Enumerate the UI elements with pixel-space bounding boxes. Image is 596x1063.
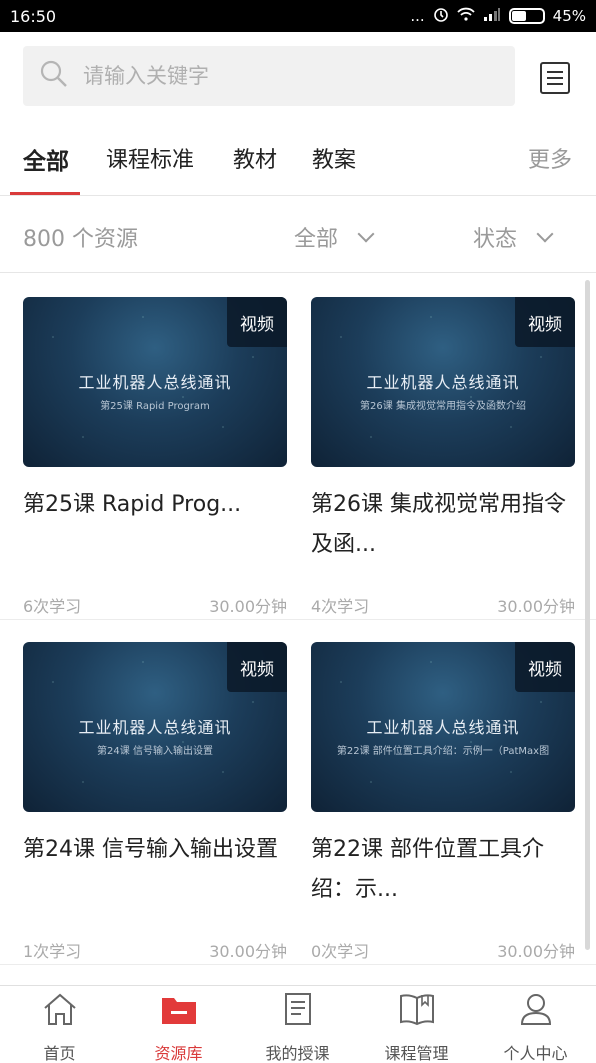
- type-filter-dropdown[interactable]: 全部: [294, 221, 375, 253]
- video-thumbnail[interactable]: 视频 工业机器人总线通讯 第24课 信号输入输出设置: [23, 642, 287, 812]
- view-count: 4次学习: [311, 597, 370, 616]
- status-time: 16:50: [10, 6, 57, 26]
- nav-profile[interactable]: 个人中心: [476, 986, 595, 1063]
- alarm-icon: [433, 6, 449, 26]
- resource-card[interactable]: 视频 工业机器人总线通讯 第25课 Rapid Program 第25课 Rap…: [23, 297, 287, 616]
- home-icon: [41, 986, 79, 1032]
- video-badge: 视频: [515, 642, 575, 692]
- view-count: 1次学习: [23, 942, 82, 961]
- nav-label: 资源库: [154, 1044, 203, 1063]
- book-icon: [398, 986, 436, 1032]
- card-title[interactable]: 第26课 集成视觉常用指令及函...: [311, 485, 575, 565]
- chevron-down-icon: [536, 225, 554, 243]
- search-box[interactable]: [23, 46, 515, 106]
- thumbnail-subtitle: 第24课 信号输入输出设置: [97, 746, 213, 757]
- tab-more[interactable]: 更多: [528, 142, 572, 174]
- nav-label: 我的授课: [265, 1044, 330, 1063]
- duration: 30.00分钟: [497, 597, 575, 616]
- wifi-icon: [457, 7, 475, 25]
- duration: 30.00分钟: [497, 942, 575, 961]
- thumbnail-title: 工业机器人总线通讯: [366, 373, 520, 392]
- tab-textbook[interactable]: 教材: [233, 142, 277, 174]
- card-title[interactable]: 第24课 信号输入输出设置: [23, 830, 287, 910]
- resource-count: 800 个资源: [23, 227, 138, 252]
- nav-course-management[interactable]: 课程管理: [357, 986, 476, 1063]
- scrollbar[interactable]: [585, 280, 590, 950]
- resource-card[interactable]: 视频 工业机器人总线通讯 第24课 信号输入输出设置 第24课 信号输入输出设置…: [23, 642, 287, 961]
- folder-icon: [160, 986, 198, 1032]
- thumbnail-title: 工业机器人总线通讯: [78, 718, 232, 737]
- resource-card[interactable]: 视频 工业机器人总线通讯 第26课 集成视觉常用指令及函数介绍 第26课 集成视…: [311, 297, 575, 616]
- thumbnail-title: 工业机器人总线通讯: [366, 718, 520, 737]
- row-divider: [0, 964, 596, 965]
- resource-card[interactable]: 视频 工业机器人总线通讯 第22课 部件位置工具介绍：示例一（PatMax图 第…: [311, 642, 575, 961]
- video-thumbnail[interactable]: 视频 工业机器人总线通讯 第22课 部件位置工具介绍：示例一（PatMax图: [311, 642, 575, 812]
- video-badge: 视频: [515, 297, 575, 347]
- video-badge: 视频: [227, 297, 287, 347]
- row-divider: [0, 619, 596, 620]
- nav-label: 首页: [43, 1044, 76, 1063]
- filter-bar: 800 个资源 全部 状态: [0, 197, 596, 273]
- thumbnail-subtitle: 第22课 部件位置工具介绍：示例一（PatMax图: [336, 746, 550, 757]
- cell-signal-icon: [483, 7, 501, 25]
- nav-label: 个人中心: [503, 1044, 568, 1063]
- document-icon: [279, 986, 317, 1032]
- signal-dots: ...: [410, 7, 425, 25]
- search-row: [0, 32, 596, 122]
- duration: 30.00分钟: [209, 942, 287, 961]
- bottom-nav: 首页 资源库 我的授课 课程管理 个人中心: [0, 985, 596, 1063]
- nav-my-teaching[interactable]: 我的授课: [238, 986, 357, 1063]
- status-filter-label: 状态: [473, 227, 518, 252]
- type-filter-label: 全部: [294, 227, 339, 252]
- nav-resources[interactable]: 资源库: [119, 986, 238, 1063]
- view-count: 0次学习: [311, 942, 370, 961]
- user-icon: [517, 986, 555, 1032]
- video-thumbnail[interactable]: 视频 工业机器人总线通讯 第25课 Rapid Program: [23, 297, 287, 467]
- category-tabs: 全部 课程标准 教材 教案 更多: [0, 122, 596, 196]
- status-filter-dropdown[interactable]: 状态: [473, 221, 554, 253]
- video-thumbnail[interactable]: 视频 工业机器人总线通讯 第26课 集成视觉常用指令及函数介绍: [311, 297, 575, 467]
- status-bar: 16:50 ... 45%: [0, 0, 596, 32]
- thumbnail-subtitle: 第26课 集成视觉常用指令及函数介绍: [360, 401, 526, 412]
- nav-label: 课程管理: [384, 1044, 449, 1063]
- thumbnail-title: 工业机器人总线通讯: [78, 373, 232, 392]
- duration: 30.00分钟: [209, 597, 287, 616]
- battery-percent: 45%: [552, 7, 586, 25]
- tab-all[interactable]: 全部: [23, 142, 69, 176]
- active-tab-indicator: [10, 192, 80, 195]
- battery-icon: [508, 8, 545, 24]
- view-count: 6次学习: [23, 597, 82, 616]
- search-input[interactable]: [83, 64, 463, 88]
- video-badge: 视频: [227, 642, 287, 692]
- thumbnail-subtitle: 第25课 Rapid Program: [100, 401, 210, 412]
- search-icon: [39, 59, 69, 93]
- card-title[interactable]: 第25课 Rapid Prog...: [23, 485, 287, 565]
- tab-lesson-plan[interactable]: 教案: [312, 142, 356, 174]
- card-title[interactable]: 第22课 部件位置工具介绍：示...: [311, 830, 575, 910]
- menu-list-icon[interactable]: [540, 62, 570, 94]
- tab-course-standard[interactable]: 课程标准: [106, 142, 194, 174]
- chevron-down-icon: [357, 225, 375, 243]
- nav-home[interactable]: 首页: [0, 986, 119, 1063]
